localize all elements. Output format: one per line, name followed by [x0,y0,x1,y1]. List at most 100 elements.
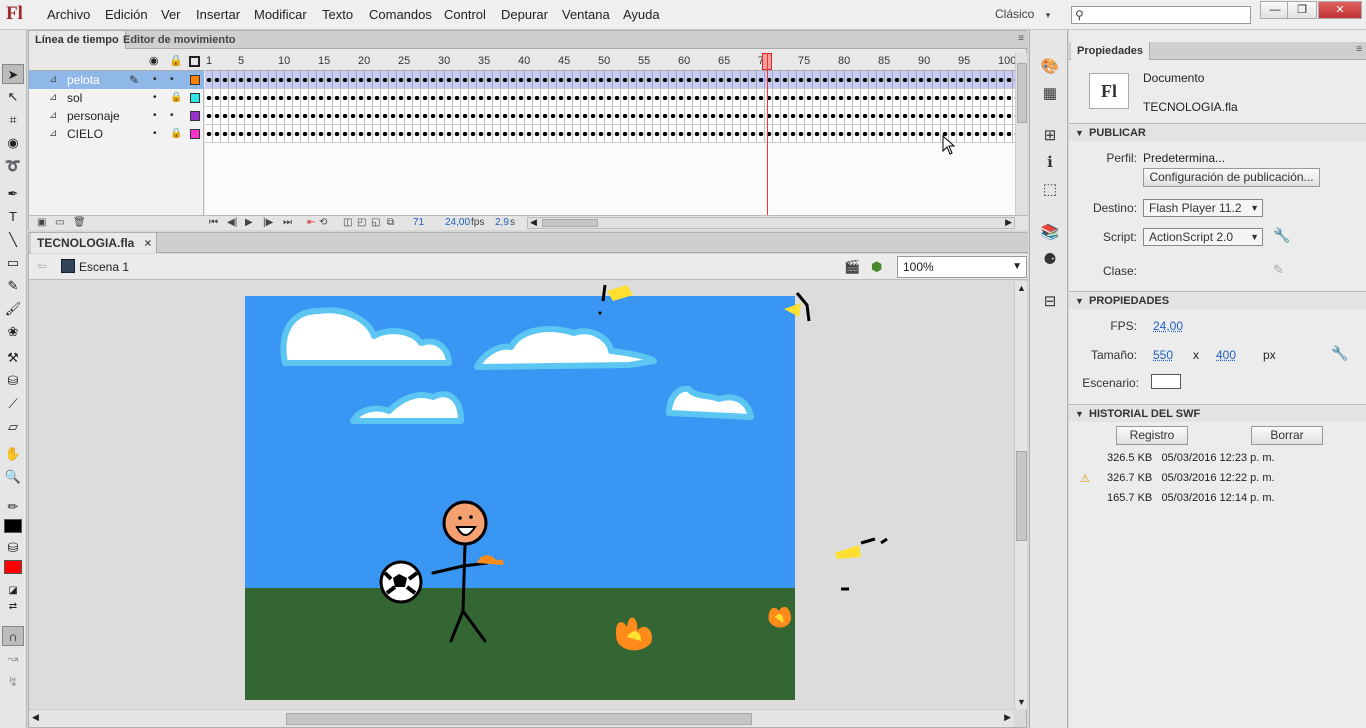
publish-settings-button[interactable]: Configuración de publicación... [1143,168,1320,187]
line-tool-icon[interactable]: ╲ [2,230,24,250]
section-publish[interactable]: ▼ PUBLICAR [1069,123,1366,141]
tab-properties[interactable]: Propiedades [1071,42,1151,60]
target-select[interactable]: Flash Player 11.2 ▼ [1143,199,1263,217]
document-tab[interactable]: TECNOLOGIA.fla × [31,233,158,253]
lock-toggle[interactable]: • [170,107,174,125]
go-first-frame-icon[interactable]: ⏮ [209,217,218,228]
swatches-panel-icon[interactable]: ▦ [1039,83,1061,105]
motion-presets-icon[interactable]: ⚈ [1039,249,1061,271]
workspace-switcher[interactable]: Clásico ▾ [995,7,1050,21]
frame-rate[interactable]: 24,00 [445,217,470,228]
layer-row[interactable]: ⊿ personaje • • [29,107,204,125]
lock-all-icon[interactable]: 🔒 [169,54,183,67]
scene-name[interactable]: Escena 1 [79,260,129,274]
visibility-toggle[interactable]: • [153,89,157,107]
scrollbar-thumb[interactable] [1016,451,1027,541]
new-folder-icon[interactable]: ▭ [55,217,64,228]
color-panel-icon[interactable]: 🎨 [1039,56,1061,78]
menu-modificar[interactable]: Modificar [254,7,307,22]
frame-row[interactable] [205,107,1015,125]
layer-name[interactable]: CIELO [67,125,103,143]
paint-bucket-tool-icon[interactable]: ⛁ [2,371,24,391]
layer-row[interactable]: ⊿ sol • 🔒 [29,89,204,107]
current-frame[interactable]: 71 [413,217,424,228]
edit-class-pencil-icon[interactable]: ✎ [1273,262,1284,278]
smooth-icon[interactable]: ↝ [2,649,24,669]
modify-onion-markers-icon[interactable]: ⧉ [387,217,394,228]
menu-archivo[interactable]: Archivo [47,7,90,22]
deco-tool-icon[interactable]: ❀ [2,322,24,342]
frame-row[interactable] [205,89,1015,107]
layer-name[interactable]: pelota [67,71,100,89]
menu-insertar[interactable]: Insertar [196,7,240,22]
frame-ruler[interactable]: 1510152025303540455055606570758085909510… [205,53,1016,71]
scroll-right-icon[interactable]: ▶ [1004,712,1011,723]
scrollbar-thumb[interactable] [286,713,752,725]
menu-comandos[interactable]: Comandos [369,7,432,22]
selection-tool-icon[interactable]: ➤ [2,64,24,84]
layer-outline-color[interactable] [190,111,200,121]
show-hide-all-icon[interactable]: ◉ [149,54,159,67]
lock-icon[interactable]: 🔒 [170,89,182,107]
scroll-left-icon[interactable]: ◀ [32,712,39,723]
menu-texto[interactable]: Texto [322,7,353,22]
lock-icon[interactable]: 🔒 [170,125,182,143]
subselection-tool-icon[interactable]: ↖ [2,87,24,107]
info-panel-icon[interactable]: ℹ [1039,152,1061,174]
delete-layer-icon[interactable]: 🗑 [73,217,86,228]
back-arrow-icon[interactable]: ⇦ [37,259,47,273]
scroll-left-icon[interactable]: ◀ [530,217,537,228]
stage-vertical-scrollbar[interactable]: ▲ ▼ [1014,281,1027,709]
transform-panel-icon[interactable]: ⬚ [1039,179,1061,201]
scroll-up-icon[interactable]: ▲ [1017,283,1026,293]
layer-outline-color[interactable] [190,129,200,139]
menu-control[interactable]: Control [444,7,486,22]
fps-value[interactable]: 24,00 [1153,319,1183,333]
pen-tool-icon[interactable]: ✒ [2,184,24,204]
edit-multiple-frames-icon[interactable]: ◱ [371,217,380,228]
restore-button[interactable]: ❐ [1287,1,1317,19]
timeline-vertical-scrollbar[interactable] [1015,53,1027,215]
step-back-icon[interactable]: ◀| [227,217,237,228]
menu-ventana[interactable]: Ventana [562,7,610,22]
stage-canvas-area[interactable] [29,281,1014,709]
eyedropper-tool-icon[interactable]: ⟋ [2,394,24,414]
menu-depurar[interactable]: Depurar [501,7,548,22]
section-properties[interactable]: ▼ PROPIEDADES [1069,291,1366,309]
actionscript-settings-wrench-icon[interactable]: 🔧 [1273,227,1290,244]
components-panel-icon[interactable]: ⊟ [1039,291,1061,313]
clear-button[interactable]: Borrar [1251,426,1323,445]
straighten-icon[interactable]: ↯ [2,672,24,692]
fill-color-swatch[interactable] [2,557,24,577]
tab-timeline[interactable]: Línea de tiempo [29,31,126,49]
stroke-color-swatch[interactable] [2,516,24,536]
section-swf-history[interactable]: ▼ HISTORIAL DEL SWF [1069,404,1366,422]
tab-motion-editor[interactable]: Editor de movimiento [117,31,241,49]
brush-tool-icon[interactable]: 🖌 [2,299,24,319]
script-select[interactable]: ActionScript 2.0 ▼ [1143,228,1263,246]
layer-row[interactable]: ⊿ pelota ✎ • • [29,71,204,89]
lock-toggle[interactable]: • [170,71,174,89]
stage-color-swatch[interactable] [1151,374,1181,389]
outline-all-icon[interactable] [189,56,200,67]
visibility-toggle[interactable]: • [153,107,157,125]
scroll-down-icon[interactable]: ▼ [1017,697,1026,707]
scrollbar-thumb[interactable] [1017,63,1027,123]
layer-outline-color[interactable] [190,75,200,85]
zoom-select[interactable]: 100% ▼ [897,256,1027,278]
frame-row[interactable] [205,125,1015,143]
scrollbar-thumb[interactable] [542,219,598,227]
close-tab-icon[interactable]: × [144,233,151,253]
center-frame-icon[interactable]: ⇤ [307,217,315,228]
edit-symbol-icon[interactable]: ⬢ [871,259,882,275]
close-button[interactable]: ✕ [1318,1,1362,19]
swap-colors-icon[interactable]: ⇄ [2,597,24,617]
free-transform-tool-icon[interactable]: ⌗ [2,110,24,130]
panel-menu-icon[interactable]: ≡ [1356,44,1362,55]
library-panel-icon[interactable]: 📚 [1039,222,1061,244]
onion-outline-icon[interactable]: ◰ [357,217,366,228]
3d-rotation-tool-icon[interactable]: ◉ [2,133,24,153]
layer-name[interactable]: personaje [67,107,120,125]
log-button[interactable]: Registro [1116,426,1188,445]
lasso-tool-icon[interactable]: ➰ [2,156,24,176]
